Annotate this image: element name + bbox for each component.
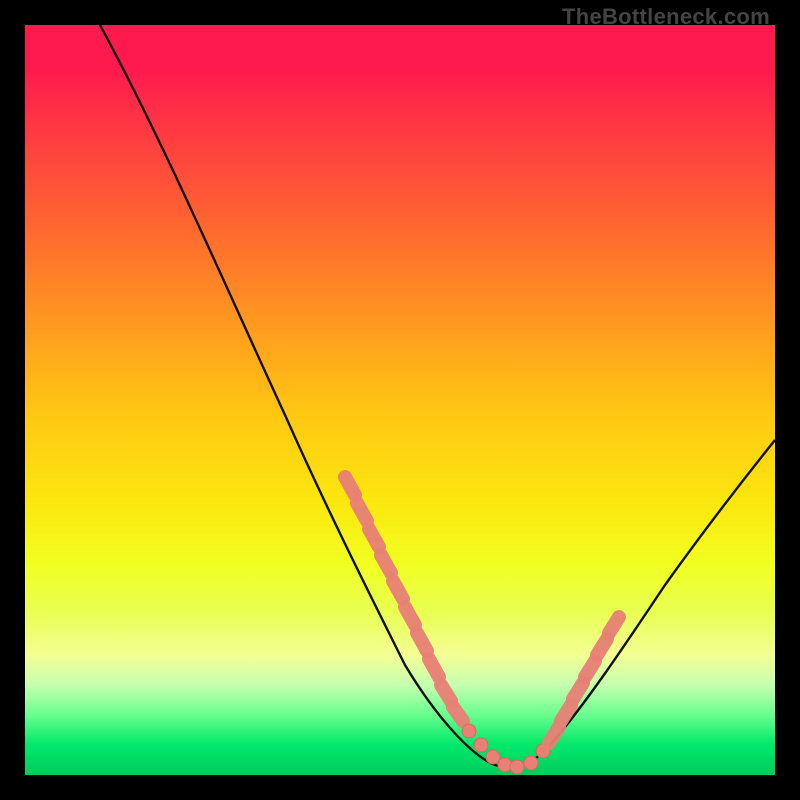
marker-cluster-left: [345, 477, 524, 774]
chart-frame: [25, 25, 775, 775]
chart-svg: [25, 25, 775, 775]
bottleneck-curve: [100, 25, 775, 768]
marker-cluster-right: [524, 617, 619, 770]
